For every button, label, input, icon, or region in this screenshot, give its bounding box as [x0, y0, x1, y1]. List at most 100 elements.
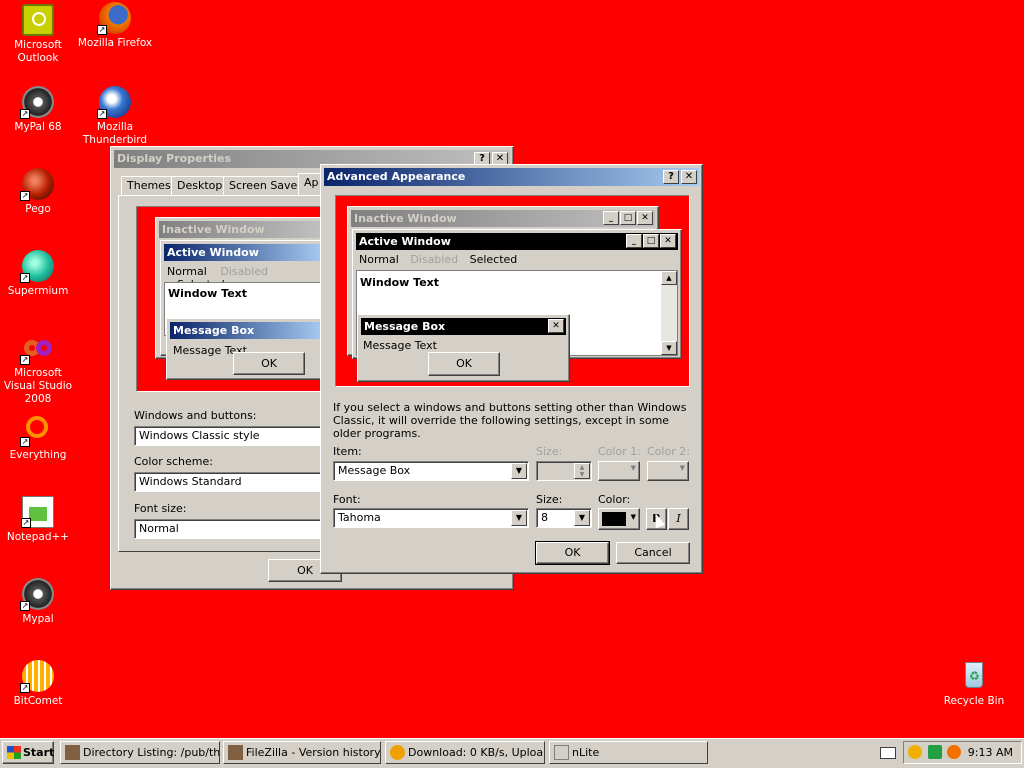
color2-label: Color 2:	[647, 445, 690, 458]
recycle-bin-icon: ♻	[958, 660, 990, 692]
icon-label: Supermium	[7, 285, 69, 297]
title-bar: Advanced Appearance ? ✕	[324, 168, 699, 186]
chevron-down-icon: ▼	[511, 510, 527, 526]
desktop-icon-bitcomet[interactable]: ↗ BitComet	[0, 660, 76, 708]
nlite-icon	[554, 745, 569, 760]
ok-button[interactable]: OK	[535, 541, 610, 565]
everything-icon: ↗	[20, 414, 54, 447]
font-select[interactable]: Tahoma ▼	[333, 508, 529, 528]
tab-desktop[interactable]: Desktop	[171, 176, 229, 196]
color1-button: ▼	[598, 461, 640, 481]
desktop-icon-firefox[interactable]: ↗ Mozilla Firefox	[77, 2, 153, 50]
preview-active-title: Active Window	[164, 244, 322, 261]
keyboard-icon[interactable]	[880, 747, 896, 759]
taskbar-item-directory-listing[interactable]: Directory Listing: /pub/th...	[60, 741, 220, 764]
italic-button[interactable]: I	[668, 508, 689, 530]
menu-normal: Normal	[167, 265, 207, 278]
tab-screen-saver[interactable]: Screen Saver	[223, 176, 308, 196]
minimize-icon: _	[603, 211, 619, 225]
adv-preview-msgbox-title: Message Box	[364, 320, 446, 333]
menu-disabled: Disabled	[220, 265, 269, 278]
close-icon: ✕	[637, 211, 653, 225]
color2-button: ▼	[647, 461, 689, 481]
globe-icon	[228, 745, 243, 760]
close-icon: ✕	[660, 234, 676, 248]
icon-label: Notepad++	[6, 531, 70, 543]
adv-preview-msgbox-title-bar: Message Box ✕	[361, 318, 566, 335]
tray-search-icon[interactable]	[947, 745, 961, 759]
start-button[interactable]: Start	[2, 741, 54, 764]
font-size-select[interactable]: 8 ▼	[536, 508, 592, 528]
desktop-icon-outlook[interactable]: Microsoft Outlook	[0, 4, 76, 65]
maximize-icon: □	[643, 234, 659, 248]
download-icon	[390, 745, 405, 760]
color-scheme-select[interactable]: Windows Standard	[134, 472, 324, 492]
cancel-button[interactable]: Cancel	[616, 542, 690, 564]
clock[interactable]: 9:13 AM	[968, 746, 1013, 759]
icon-label: BitComet	[13, 695, 63, 707]
chevron-down-icon: ▼	[630, 513, 636, 521]
desktop-icon-recycle-bin[interactable]: ♻ Recycle Bin	[936, 660, 1012, 708]
desktop-icon-mypal[interactable]: ↗ Mypal	[0, 578, 76, 626]
task-label: FileZilla - Version history ...	[246, 746, 381, 759]
taskbar-item-filezilla[interactable]: FileZilla - Version history ...	[223, 741, 381, 764]
desktop-icon-everything[interactable]: ↗ Everything	[0, 414, 76, 462]
system-tray: 9:13 AM	[903, 741, 1022, 764]
tray-network-icon[interactable]	[927, 745, 942, 759]
windows-buttons-select[interactable]: Windows Classic style	[134, 426, 324, 446]
desktop-icon-thunderbird[interactable]: ↗ Mozilla Thunderbird	[77, 86, 153, 147]
windows-buttons-label: Windows and buttons:	[134, 409, 257, 422]
item-select[interactable]: Message Box ▼	[333, 461, 529, 481]
scroll-down-icon: ▼	[661, 341, 677, 355]
icon-label: Microsoft Visual Studio 2008	[3, 367, 73, 405]
icon-label: MyPal 68	[14, 121, 62, 133]
adv-preview-inactive-title: Inactive Window	[354, 212, 457, 225]
item-label: Item:	[333, 445, 362, 458]
notepadpp-icon: ↗	[21, 496, 54, 528]
icon-label: Mypal	[22, 613, 54, 625]
desktop-icon-supermium[interactable]: ↗ Supermium	[0, 250, 76, 298]
icon-label: Recycle Bin	[943, 695, 1005, 707]
globe-icon	[65, 745, 80, 760]
menu-normal: Normal	[359, 253, 399, 266]
pego-icon: ↗	[20, 168, 54, 201]
adv-preview-active-title: Active Window	[359, 235, 451, 248]
mypal-icon: ↗	[20, 578, 54, 611]
taskbar-item-download[interactable]: Download: 0 KB/s, Uploa...	[385, 741, 545, 764]
spinner-icon: ▲ ▼	[574, 463, 590, 479]
select-value: Normal	[139, 522, 179, 535]
icon-label: Mozilla Firefox	[77, 37, 153, 49]
color1-label: Color 1:	[598, 445, 641, 458]
select-value: Windows Standard	[139, 475, 242, 488]
font-size-label: Size:	[536, 493, 563, 506]
font-color-button[interactable]: ▼	[598, 508, 640, 530]
desktop-icon-visual-studio[interactable]: ↗ Microsoft Visual Studio 2008	[0, 332, 76, 406]
scroll-up-icon: ▲	[661, 271, 677, 285]
help-button[interactable]: ?	[663, 170, 679, 184]
font-size-select[interactable]: Normal	[134, 519, 324, 539]
adv-preview-scrollbar: ▲ ▼	[661, 271, 677, 355]
menu-disabled: Disabled	[410, 253, 459, 266]
icon-label: Microsoft Outlook	[14, 39, 62, 64]
window-title: Advanced Appearance	[327, 170, 466, 183]
tray-app-icon[interactable]	[908, 745, 922, 759]
taskbar-item-nlite[interactable]: nLite	[549, 741, 708, 764]
size-label: Size:	[536, 445, 563, 458]
desktop-icon-notepadpp[interactable]: ↗ Notepad++	[0, 496, 76, 544]
desktop-icon-mypal68[interactable]: ↗ MyPal 68	[0, 86, 76, 134]
adv-preview-menu: Normal Disabled Selected	[359, 253, 517, 266]
desktop-icon-pego[interactable]: ↗ Pego	[0, 168, 76, 216]
preview-ok-button: OK	[233, 352, 305, 375]
chevron-down-icon: ▼	[511, 463, 527, 479]
tab-themes[interactable]: Themes	[121, 176, 177, 196]
preview-msgbox-title: Message Box	[170, 322, 322, 339]
close-button[interactable]: ✕	[681, 170, 697, 184]
adv-preview-inactive-title-bar: Inactive Window _ □ ✕	[351, 210, 655, 227]
supermium-icon: ↗	[20, 250, 54, 283]
override-note: If you select a windows and buttons sett…	[333, 401, 687, 440]
chevron-down-icon: ▼	[574, 510, 590, 526]
select-value: Windows Classic style	[139, 429, 260, 442]
icon-label: Pego	[25, 203, 51, 215]
color-swatch	[602, 512, 626, 526]
maximize-icon: □	[620, 211, 636, 225]
